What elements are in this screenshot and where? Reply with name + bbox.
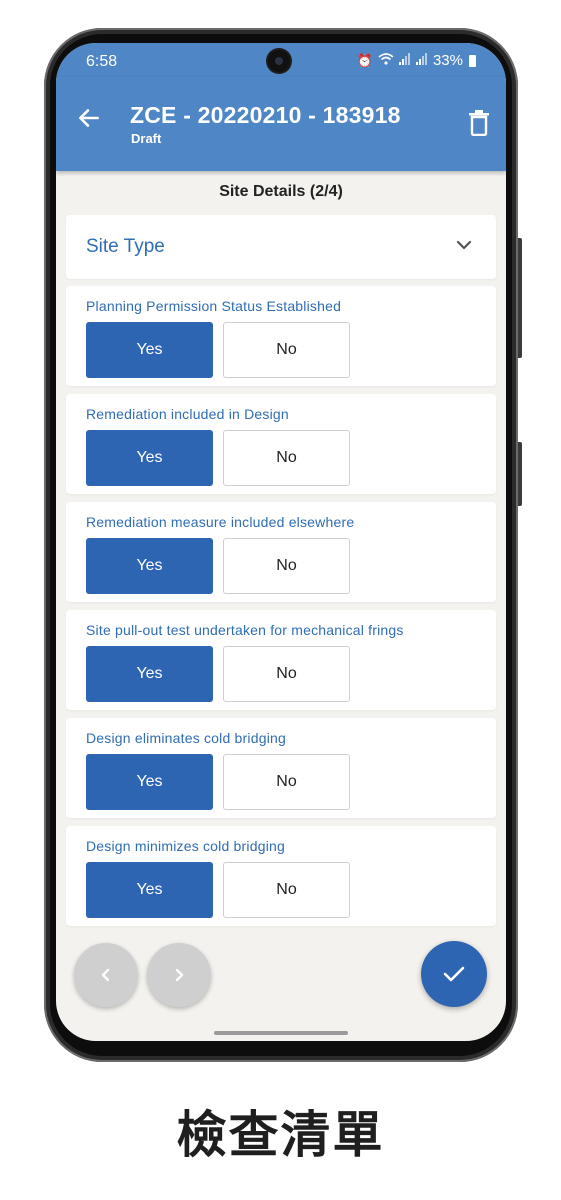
yes-button[interactable]: Yes bbox=[86, 862, 213, 918]
yes-button[interactable]: Yes bbox=[86, 430, 213, 486]
no-button[interactable]: No bbox=[223, 862, 350, 918]
site-type-dropdown[interactable]: Site Type bbox=[66, 215, 496, 279]
home-indicator[interactable] bbox=[214, 1031, 348, 1035]
chevron-right-icon bbox=[175, 968, 184, 982]
step-title: Site Details (2/4) bbox=[219, 183, 343, 200]
no-button[interactable]: No bbox=[223, 430, 350, 486]
power-button bbox=[518, 442, 522, 506]
check-icon bbox=[443, 966, 465, 982]
front-camera bbox=[268, 50, 290, 72]
page-subtitle: Draft bbox=[131, 131, 162, 146]
signal-icon bbox=[415, 53, 428, 68]
question-card: Planning Permission Status Established Y… bbox=[66, 286, 496, 386]
back-arrow-icon[interactable] bbox=[76, 105, 102, 131]
phone-screen: 6:58 ⏰ 33% ZCE - 20220210 - 183918 Draft bbox=[56, 43, 506, 1041]
yes-button[interactable]: Yes bbox=[86, 322, 213, 378]
app-bar: ZCE - 20220210 - 183918 Draft bbox=[56, 77, 506, 171]
site-type-label: Site Type bbox=[86, 236, 165, 257]
battery-percent: 33% bbox=[432, 52, 463, 69]
yes-button[interactable]: Yes bbox=[86, 538, 213, 594]
question-card: Remediation measure included elsewhere Y… bbox=[66, 502, 496, 602]
chevron-down-icon bbox=[456, 240, 472, 250]
no-button[interactable]: No bbox=[223, 322, 350, 378]
alarm-icon: ⏰ bbox=[356, 52, 373, 68]
status-time: 6:58 bbox=[86, 53, 118, 70]
wifi-icon bbox=[378, 53, 394, 68]
question-card: Remediation included in Design Yes No bbox=[66, 394, 496, 494]
question-label: Planning Permission Status Established bbox=[86, 298, 342, 314]
question-label: Design eliminates cold bridging bbox=[86, 730, 286, 746]
question-label: Design minimizes cold bridging bbox=[86, 838, 285, 854]
no-button[interactable]: No bbox=[223, 754, 350, 810]
question-label: Remediation measure included elsewhere bbox=[86, 514, 355, 530]
chevron-left-icon bbox=[101, 968, 110, 982]
page-title: ZCE - 20220210 - 183918 bbox=[130, 102, 401, 128]
no-button[interactable]: No bbox=[223, 646, 350, 702]
question-label: Remediation included in Design bbox=[86, 406, 289, 422]
question-card: Design eliminates cold bridging Yes No bbox=[66, 718, 496, 818]
volume-button bbox=[518, 238, 522, 358]
question-card: Site pull-out test undertaken for mechan… bbox=[66, 610, 496, 710]
status-icons: ⏰ 33% bbox=[357, 52, 476, 69]
previous-button[interactable] bbox=[74, 943, 138, 1007]
status-bar: 6:58 ⏰ 33% bbox=[56, 43, 506, 77]
delete-icon[interactable] bbox=[468, 110, 490, 136]
next-button[interactable] bbox=[147, 943, 211, 1007]
question-label: Site pull-out test undertaken for mechan… bbox=[86, 622, 404, 638]
signal-icon bbox=[398, 53, 411, 68]
question-card: Design minimizes cold bridging Yes No bbox=[66, 826, 496, 926]
yes-button[interactable]: Yes bbox=[86, 646, 213, 702]
caption: 檢查清單 bbox=[176, 1106, 385, 1164]
battery-icon bbox=[469, 54, 476, 67]
yes-button[interactable]: Yes bbox=[86, 754, 213, 810]
no-button[interactable]: No bbox=[223, 538, 350, 594]
confirm-button[interactable] bbox=[421, 941, 487, 1007]
